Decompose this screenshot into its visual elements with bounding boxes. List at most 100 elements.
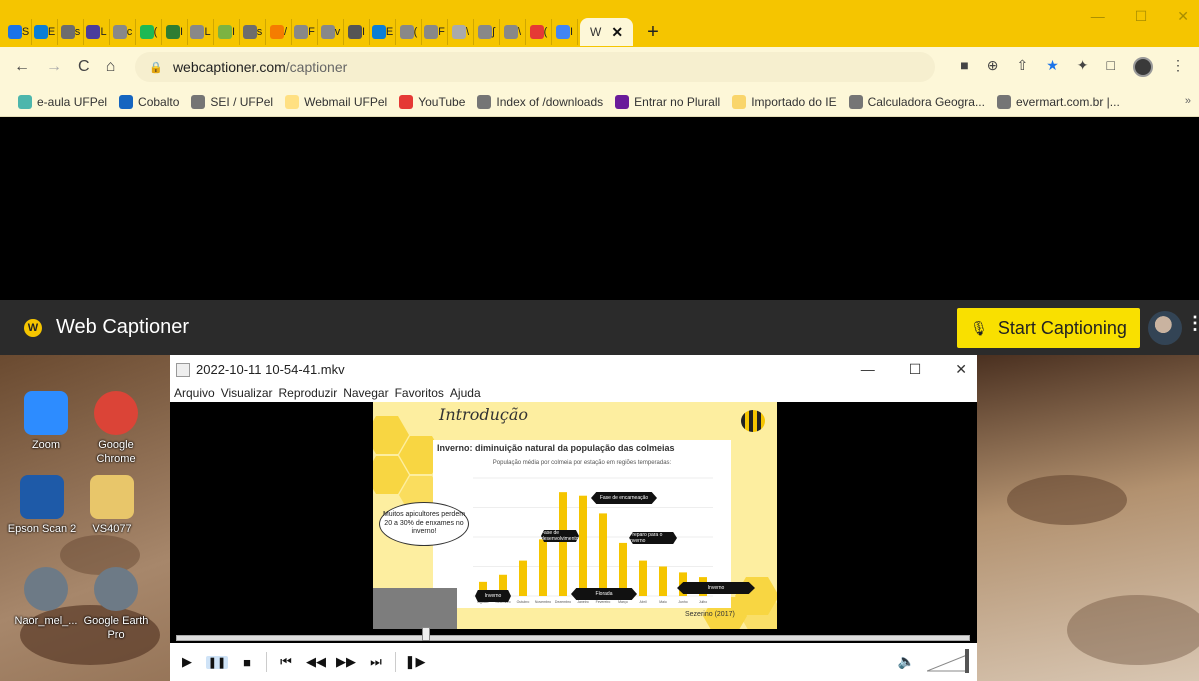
- desktop-shortcut[interactable]: Google Earth Pro: [80, 567, 152, 643]
- chart-tick-label: Dezembro: [555, 600, 571, 604]
- rewind-button[interactable]: ◀◀: [305, 654, 327, 670]
- browser-tab[interactable]: \: [500, 19, 526, 45]
- control-separator: [395, 652, 396, 672]
- side-panel-icon[interactable]: □: [1107, 57, 1115, 77]
- browser-tab[interactable]: ʃ: [474, 19, 500, 45]
- player-menu-item[interactable]: Arquivo: [174, 386, 215, 400]
- tab-favicon-icon: [86, 25, 101, 39]
- volume-icon[interactable]: 🔈: [898, 653, 915, 670]
- minimize-button[interactable]: —: [1091, 8, 1105, 25]
- browser-tab[interactable]: E: [370, 19, 396, 45]
- browser-tab[interactable]: E: [32, 19, 58, 45]
- bookmark-item[interactable]: Webmail UFPel: [285, 94, 387, 109]
- home-button[interactable]: ⌂: [106, 58, 116, 76]
- player-menu-item[interactable]: Navegar: [343, 386, 388, 400]
- browser-tab[interactable]: (: [396, 19, 422, 45]
- desktop-shortcut[interactable]: Google Chrome: [80, 391, 152, 467]
- chrome-menu-icon[interactable]: ⋮: [1171, 57, 1185, 77]
- tab-label: L: [100, 26, 107, 38]
- forward-button[interactable]: →: [46, 58, 62, 76]
- tab-label: S: [21, 26, 30, 38]
- seek-bar[interactable]: [176, 635, 970, 641]
- active-tab-label: W: [590, 25, 602, 39]
- bookmark-item[interactable]: Cobalto: [119, 94, 179, 109]
- tab-favicon-icon: [294, 25, 309, 39]
- player-menu-item[interactable]: Reproduzir: [279, 386, 338, 400]
- chart-tick-label: Abril: [639, 600, 646, 604]
- fast-forward-button[interactable]: ▶▶: [335, 654, 357, 670]
- pause-button[interactable]: ❚❚: [206, 655, 228, 669]
- shortcut-icon: [20, 475, 64, 519]
- previous-button[interactable]: ⏮: [275, 654, 297, 670]
- browser-tab[interactable]: I: [162, 19, 188, 45]
- frame-step-button[interactable]: ❚▶: [404, 654, 426, 670]
- desktop-shortcut[interactable]: Naor_mel_...: [10, 567, 82, 629]
- bookmark-item[interactable]: YouTube: [399, 94, 465, 109]
- player-menu-item[interactable]: Visualizar: [221, 386, 273, 400]
- browser-tab[interactable]: s: [240, 19, 266, 45]
- shortcut-icon: [94, 567, 138, 611]
- browser-tab[interactable]: \: [448, 19, 474, 45]
- desktop-shortcut[interactable]: Zoom: [10, 391, 82, 453]
- zoom-icon[interactable]: ⊕: [987, 57, 999, 77]
- player-menu-item[interactable]: Ajuda: [450, 386, 481, 400]
- bookmark-item[interactable]: Entrar no Plurall: [615, 94, 720, 109]
- maximize-button[interactable]: ☐: [1135, 8, 1148, 25]
- bookmark-item[interactable]: SEI / UFPel: [191, 94, 273, 109]
- more-menu-icon[interactable]: ⋮: [1186, 314, 1199, 332]
- browser-tab[interactable]: I: [552, 19, 578, 45]
- camera-icon[interactable]: ■: [960, 57, 968, 77]
- browser-tab[interactable]: s: [58, 19, 84, 45]
- tab-label: \: [465, 26, 470, 38]
- desktop-shortcut[interactable]: Epson Scan 2: [6, 475, 78, 537]
- close-window-button[interactable]: ✕: [1177, 8, 1189, 25]
- bookmark-item[interactable]: Importado do IE: [732, 94, 837, 109]
- browser-tab[interactable]: c: [110, 19, 136, 45]
- browser-tab[interactable]: (: [526, 19, 552, 45]
- browser-tab[interactable]: I: [214, 19, 240, 45]
- player-close-button[interactable]: ✕: [955, 361, 967, 378]
- stop-button[interactable]: ■: [236, 655, 258, 670]
- back-button[interactable]: ←: [14, 58, 30, 76]
- shortcut-label: VS4077: [92, 523, 132, 535]
- caption-display-area: [0, 117, 1199, 300]
- chart-tick-label: Maio: [659, 600, 667, 604]
- browser-tab[interactable]: L: [188, 19, 214, 45]
- browser-tab[interactable]: F: [292, 19, 318, 45]
- tab-close-icon[interactable]: ✕: [611, 24, 623, 41]
- browser-tab[interactable]: S: [6, 19, 32, 45]
- play-button[interactable]: ▶: [176, 654, 198, 670]
- browser-tab[interactable]: I: [344, 19, 370, 45]
- star-icon[interactable]: ★: [1046, 57, 1059, 77]
- next-button[interactable]: ⏭: [365, 654, 387, 670]
- browser-tab[interactable]: L: [84, 19, 110, 45]
- browser-tab[interactable]: /: [266, 19, 292, 45]
- user-avatar[interactable]: [1148, 311, 1182, 345]
- browser-tab[interactable]: v: [318, 19, 344, 45]
- new-tab-button[interactable]: +: [647, 21, 659, 44]
- tab-label: c: [126, 26, 133, 38]
- browser-tab[interactable]: F: [422, 19, 448, 45]
- shortcut-label: Google Chrome: [96, 439, 136, 465]
- volume-slider[interactable]: [927, 649, 971, 673]
- profile-avatar[interactable]: [1133, 57, 1153, 77]
- extensions-icon[interactable]: ✦: [1077, 57, 1089, 77]
- start-captioning-button[interactable]: 🎙 Start Captioning: [957, 308, 1140, 348]
- address-bar[interactable]: 🔒 webcaptioner.com/captioner: [135, 52, 936, 82]
- share-icon[interactable]: ⇧: [1017, 57, 1029, 77]
- desktop-shortcut[interactable]: VS4077: [76, 475, 148, 537]
- bookmark-item[interactable]: evermart.com.br |...: [996, 94, 1120, 109]
- player-menu-item[interactable]: Favoritos: [395, 386, 444, 400]
- player-minimize-button[interactable]: —: [861, 361, 875, 378]
- bookmark-item[interactable]: e-aula UFPel: [18, 94, 107, 109]
- bookmark-item[interactable]: Index of /downloads: [477, 94, 603, 109]
- reload-button[interactable]: C: [78, 58, 90, 76]
- bookmark-item[interactable]: Calculadora Geogra...: [848, 94, 985, 109]
- player-maximize-button[interactable]: ☐: [909, 361, 922, 378]
- chart-tick-label: Janeiro: [577, 600, 589, 604]
- active-tab[interactable]: W ✕: [580, 18, 634, 46]
- chart-tick-label: Novembro: [535, 600, 551, 604]
- seek-handle[interactable]: [422, 627, 431, 641]
- browser-tab[interactable]: (: [136, 19, 162, 45]
- bookmarks-overflow-icon[interactable]: »: [1185, 95, 1191, 107]
